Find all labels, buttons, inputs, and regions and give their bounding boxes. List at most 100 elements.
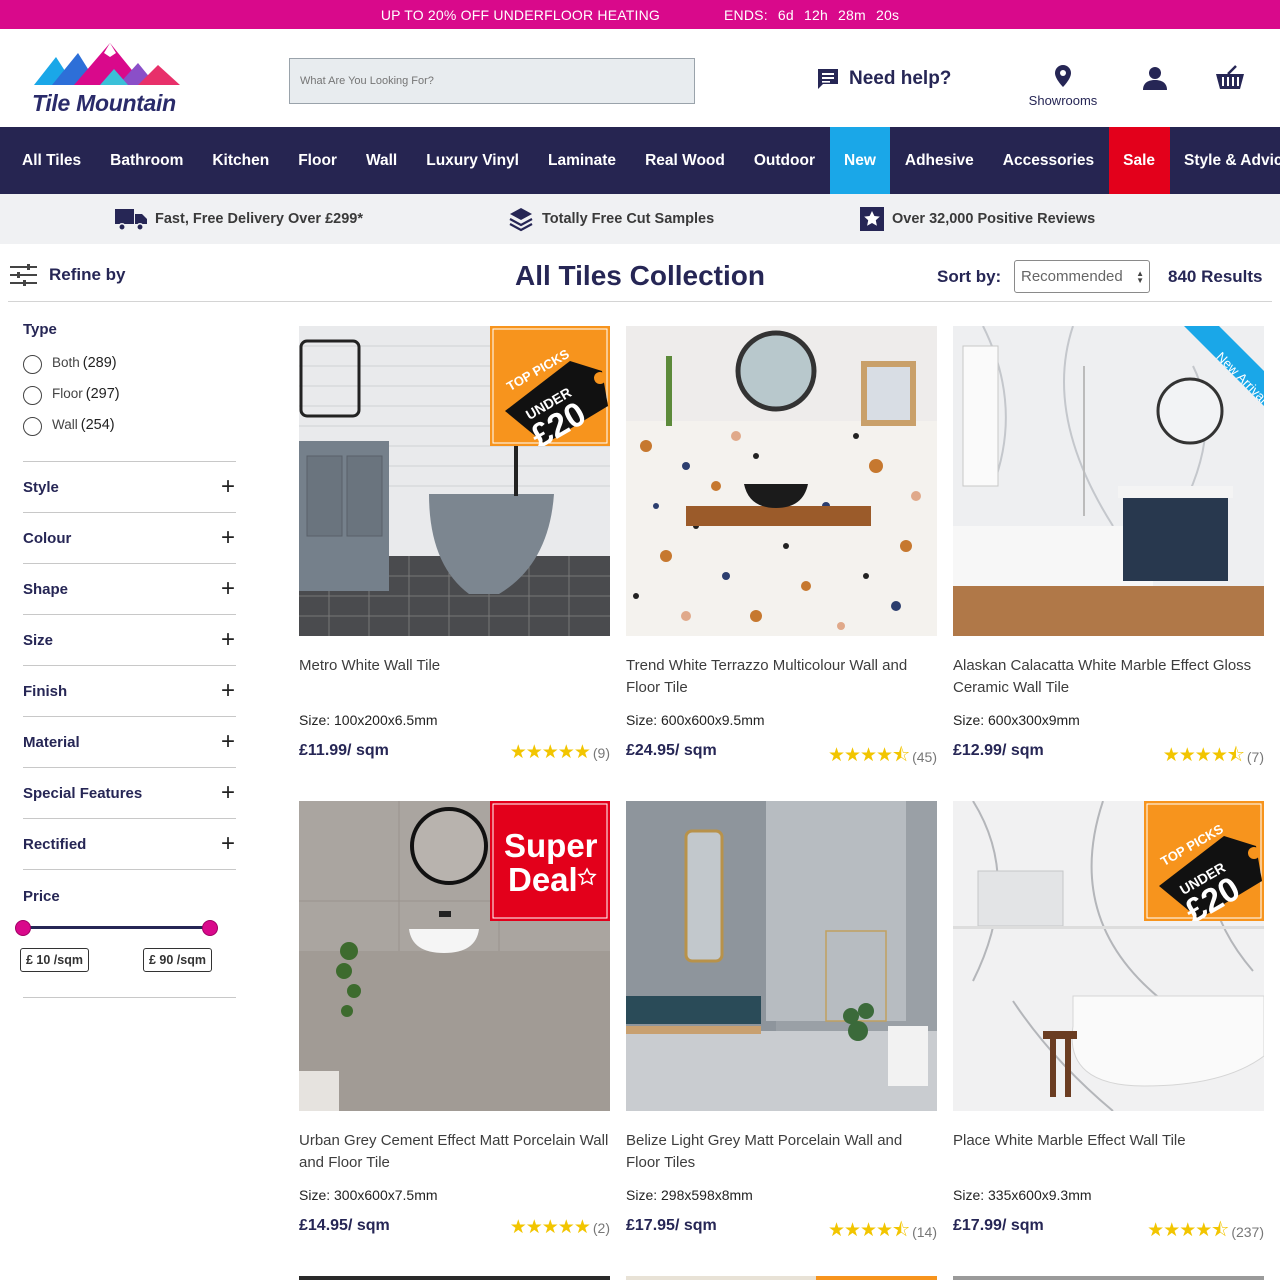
product-rating[interactable]: ★★★★⯪ (7) [1163, 741, 1264, 773]
product-rating[interactable]: ★★★★⯪ (45) [828, 741, 937, 773]
plus-icon[interactable]: + [221, 830, 235, 858]
new-arrival-ribbon: New Arrival [1184, 326, 1264, 406]
product-card[interactable]: New Arrival Alaskan Calacatta White Marb… [953, 326, 1264, 766]
price-slider-track[interactable] [23, 926, 210, 929]
radio-button[interactable] [23, 386, 42, 405]
product-rating[interactable]: ★★★★⯪ (14) [828, 1216, 937, 1248]
usp-samples[interactable]: Totally Free Cut Samples [508, 194, 714, 244]
facet-material[interactable]: Material + [23, 717, 236, 768]
countdown-label: ENDS: [724, 6, 768, 23]
nav-kitchen[interactable]: Kitchen [198, 127, 284, 194]
nav-wall[interactable]: Wall [351, 127, 411, 194]
price-min-field[interactable]: £ 10 /sqm [20, 948, 89, 972]
plus-icon[interactable]: + [221, 524, 235, 552]
showrooms-link[interactable]: Showrooms [1027, 65, 1099, 108]
sort-select[interactable]: Recommended ▲ ▼ [1014, 260, 1150, 293]
nav-luxury-vinyl[interactable]: Luxury Vinyl [412, 127, 534, 194]
review-count: (14) [912, 1224, 937, 1240]
need-help-link[interactable]: Need help? [816, 67, 951, 91]
type-option-label: Floor [52, 386, 83, 401]
plus-icon[interactable]: + [221, 575, 235, 603]
facet-special-features[interactable]: Special Features + [23, 768, 236, 819]
product-name[interactable]: Place White Marble Effect Wall Tile [953, 1130, 1264, 1152]
search-input[interactable] [289, 58, 695, 104]
product-size: Size: 335x600x9.3mm [953, 1187, 1092, 1203]
nav-sale[interactable]: Sale [1108, 127, 1170, 194]
radio-button[interactable] [23, 417, 42, 436]
nav-floor[interactable]: Floor [284, 127, 352, 194]
logo-text: Tile Mountain [32, 90, 176, 116]
radio-button[interactable] [23, 355, 42, 374]
price-filter-title: Price [23, 888, 60, 905]
product-card[interactable]: Belize Light Grey Matt Porcelain Wall an… [626, 801, 937, 1241]
price-max-field[interactable]: £ 90 /sqm [143, 948, 212, 972]
product-image-next-row[interactable] [299, 1276, 610, 1280]
product-image[interactable]: TOP PICKS UNDER £20 [953, 801, 1264, 1111]
nav-real-wood[interactable]: Real Wood [631, 127, 740, 194]
product-name[interactable]: Alaskan Calacatta White Marble Effect Gl… [953, 655, 1264, 699]
nav-adhesive[interactable]: Adhesive [890, 127, 988, 194]
refine-by-label: Refine by [49, 265, 126, 284]
facet-style[interactable]: Style + [23, 462, 236, 513]
promo-offer[interactable]: UP TO 20% OFF UNDERFLOOR HEATING [381, 7, 660, 23]
product-rating[interactable]: ★★★★★ (9) [510, 741, 610, 764]
product-image[interactable] [626, 801, 937, 1111]
plus-icon[interactable]: + [221, 473, 235, 501]
type-option-both[interactable]: Both (289) [23, 347, 236, 378]
type-option-label: Wall [52, 417, 78, 432]
usp-delivery[interactable]: Fast, Free Delivery Over £299* [115, 194, 363, 244]
usp-reviews[interactable]: Over 32,000 Positive Reviews [860, 194, 1095, 244]
price-slider-max-handle[interactable] [202, 920, 218, 936]
star-rating-icon: ★★★★★ [509, 742, 591, 763]
product-name[interactable]: Belize Light Grey Matt Porcelain Wall an… [626, 1130, 937, 1174]
nav-accessories[interactable]: Accessories [988, 127, 1108, 194]
nav-new[interactable]: New [829, 127, 891, 194]
facet-size[interactable]: Size + [23, 615, 236, 666]
showrooms-label: Showrooms [1028, 93, 1098, 108]
product-image[interactable]: TOP PICKS UNDER £20 [299, 326, 610, 636]
review-count: (2) [592, 1219, 610, 1236]
nav-outdoor[interactable]: Outdoor [739, 127, 829, 194]
facet-shape[interactable]: Shape + [23, 564, 236, 615]
plus-icon[interactable]: + [221, 677, 235, 705]
nav-all-tiles[interactable]: All Tiles [0, 127, 96, 194]
location-pin-icon [1055, 65, 1071, 87]
badge-deal-text: Deal [508, 861, 578, 898]
refine-by-button[interactable]: Refine by [10, 264, 126, 286]
plus-icon[interactable]: + [221, 779, 235, 807]
plus-icon[interactable]: + [221, 626, 235, 654]
basket-icon[interactable] [1214, 65, 1246, 91]
nav-style-advice[interactable]: Style & Advice [1170, 127, 1280, 194]
type-option-count: (289) [82, 354, 117, 371]
site-logo[interactable]: Tile Mountain [30, 43, 185, 116]
type-option-floor[interactable]: Floor (297) [23, 378, 236, 409]
product-card[interactable]: Trend White Terrazzo Multicolour Wall an… [626, 326, 937, 766]
price-slider-min-handle[interactable] [15, 920, 31, 936]
product-image[interactable]: Super Deal [299, 801, 610, 1111]
product-rating[interactable]: ★★★★★ (2) [510, 1216, 610, 1239]
nav-bathroom[interactable]: Bathroom [96, 127, 198, 194]
product-name[interactable]: Metro White Wall Tile [299, 655, 610, 677]
facet-finish[interactable]: Finish + [23, 666, 236, 717]
plus-icon[interactable]: + [221, 728, 235, 756]
product-image-next-row[interactable] [953, 1276, 1264, 1280]
product-image[interactable]: New Arrival [953, 326, 1264, 636]
product-name[interactable]: Trend White Terrazzo Multicolour Wall an… [626, 655, 937, 699]
product-rating[interactable]: ★★★★⯪ (237) [1147, 1216, 1264, 1248]
product-name[interactable]: Urban Grey Cement Effect Matt Porcelain … [299, 1130, 610, 1174]
nav-laminate[interactable]: Laminate [534, 127, 631, 194]
account-icon[interactable] [1143, 66, 1167, 90]
layers-icon [509, 208, 533, 232]
facet-rectified[interactable]: Rectified + [23, 819, 236, 870]
promo-bar[interactable]: UP TO 20% OFF UNDERFLOOR HEATING ENDS: 6… [0, 0, 1280, 29]
star-rating-icon: ★★★★⯪ [827, 1220, 910, 1241]
listing-toolbar: Refine by All Tiles Collection Sort by: … [8, 244, 1272, 302]
product-image[interactable] [626, 326, 937, 636]
product-card[interactable]: Super Deal Urban Grey Cement Effect Matt… [299, 801, 610, 1238]
filter-sidebar: Type Both (289) Floor (297) Wall (254) S… [15, 318, 236, 998]
product-card[interactable]: TOP PICKS UNDER £20 Metro White Wall Til… [299, 326, 610, 763]
facet-colour[interactable]: Colour + [23, 513, 236, 564]
product-size: Size: 600x300x9mm [953, 712, 1080, 728]
product-card[interactable]: TOP PICKS UNDER £20 Place White Marble E… [953, 801, 1264, 1241]
type-option-wall[interactable]: Wall (254) [23, 409, 236, 440]
